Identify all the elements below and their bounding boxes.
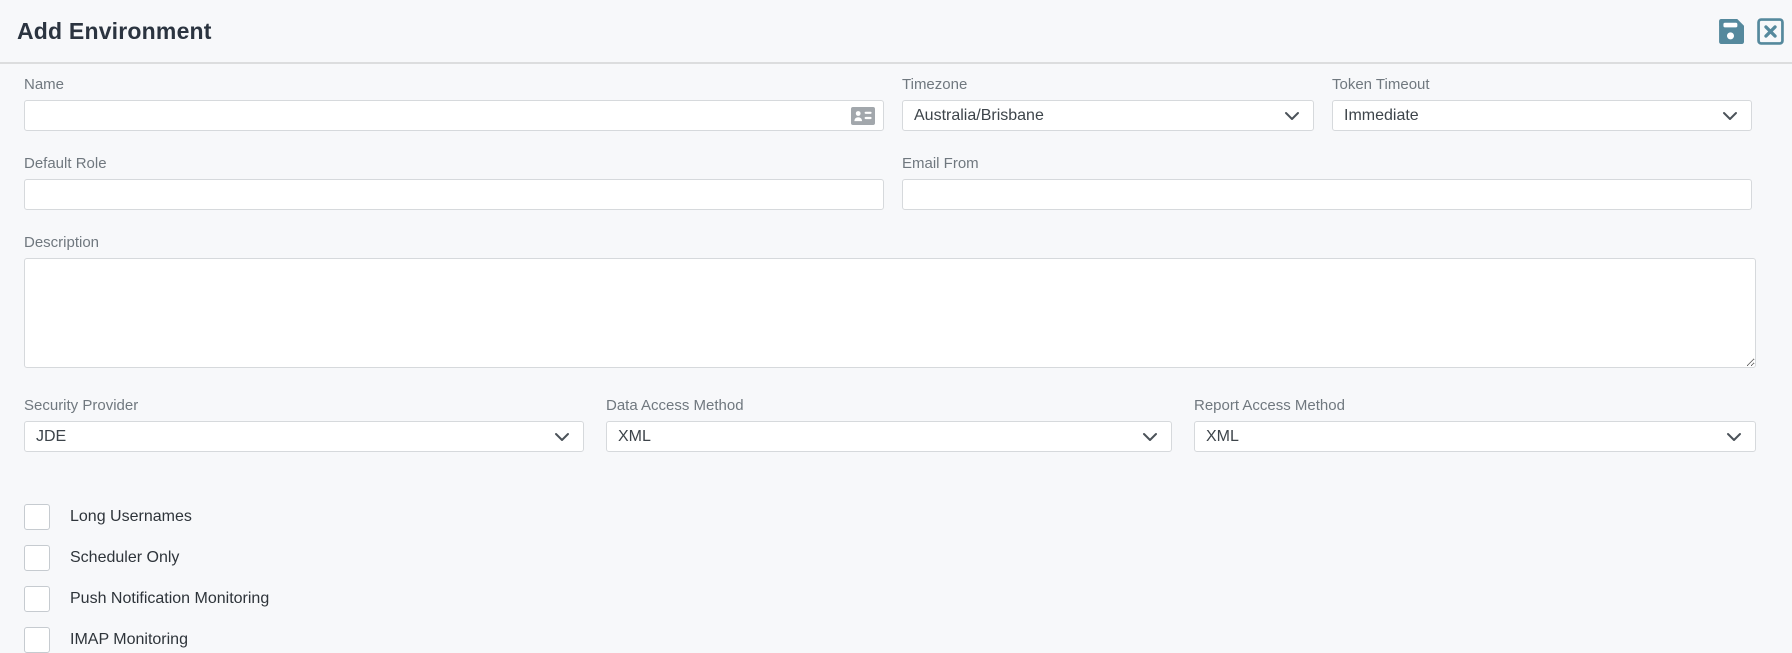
security-provider-value: JDE [36,428,66,446]
token-timeout-field-group: Token Timeout Immediate [1332,76,1752,131]
address-card-icon[interactable] [851,106,875,125]
security-provider-field-group: Security Provider JDE [24,397,584,452]
form-row-2: Default Role Email From [24,155,1756,210]
checkbox-row-imap-monitoring: IMAP Monitoring [24,627,1756,653]
description-label: Description [24,234,1756,251]
default-role-input[interactable] [24,179,884,210]
form-row-1: Name Timezone Australia/Brisbane [24,76,1756,131]
token-timeout-label: Token Timeout [1332,76,1752,93]
email-from-input[interactable] [902,179,1752,210]
email-from-field-group: Email From [902,155,1752,210]
data-access-method-select[interactable]: XML [606,421,1172,452]
timezone-value: Australia/Brisbane [914,107,1044,125]
chevron-down-icon [1140,427,1160,447]
close-button[interactable] [1756,17,1784,45]
chevron-down-icon [1282,106,1302,126]
chevron-down-icon [1720,106,1740,126]
long-usernames-label: Long Usernames [70,508,192,526]
timezone-field-group: Timezone Australia/Brisbane [902,76,1314,131]
options-checkbox-group: Long Usernames Scheduler Only Push Notif… [24,504,1756,653]
data-access-method-field-group: Data Access Method XML [606,397,1172,452]
header-actions [1716,17,1784,45]
scheduler-only-label: Scheduler Only [70,549,179,567]
name-field-group: Name [24,76,884,131]
data-access-method-label: Data Access Method [606,397,1172,414]
name-input[interactable] [24,100,884,131]
scheduler-only-checkbox[interactable] [24,545,50,571]
email-from-label: Email From [902,155,1752,172]
chevron-down-icon [552,427,572,447]
chevron-down-icon [1724,427,1744,447]
checkbox-row-long-usernames: Long Usernames [24,504,1756,530]
save-icon [1717,18,1744,45]
checkbox-row-scheduler-only: Scheduler Only [24,545,1756,571]
close-icon [1757,18,1784,45]
page-title: Add Environment [17,18,212,45]
timezone-select[interactable]: Australia/Brisbane [902,100,1314,131]
save-button[interactable] [1716,17,1744,45]
header-bar: Add Environment [0,0,1792,64]
checkbox-row-push-notification-monitoring: Push Notification Monitoring [24,586,1756,612]
data-access-method-value: XML [618,428,651,446]
security-provider-label: Security Provider [24,397,584,414]
timezone-label: Timezone [902,76,1314,93]
default-role-field-group: Default Role [24,155,884,210]
default-role-label: Default Role [24,155,884,172]
report-access-method-select[interactable]: XML [1194,421,1756,452]
report-access-method-value: XML [1206,428,1239,446]
push-notification-monitoring-checkbox[interactable] [24,586,50,612]
imap-monitoring-checkbox[interactable] [24,627,50,653]
push-notification-monitoring-label: Push Notification Monitoring [70,590,269,608]
security-provider-select[interactable]: JDE [24,421,584,452]
report-access-method-label: Report Access Method [1194,397,1756,414]
report-access-method-field-group: Report Access Method XML [1194,397,1756,452]
description-field-group: Description [24,234,1756,373]
description-textarea[interactable] [24,258,1756,368]
imap-monitoring-label: IMAP Monitoring [70,631,188,649]
add-environment-form: Name Timezone Australia/Brisbane [0,64,1792,653]
token-timeout-value: Immediate [1344,107,1419,125]
name-label: Name [24,76,884,93]
token-timeout-select[interactable]: Immediate [1332,100,1752,131]
form-row-4: Security Provider JDE Data Access Method… [24,397,1756,452]
long-usernames-checkbox[interactable] [24,504,50,530]
